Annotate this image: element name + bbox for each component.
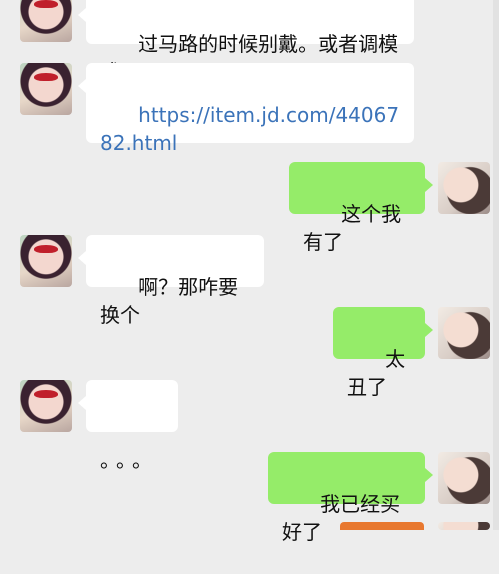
contact-avatar[interactable] xyxy=(20,380,72,432)
message-text: 啊？那咋要换个 xyxy=(100,275,239,327)
message-link[interactable]: https://item.jd.com/4406782.html xyxy=(100,103,399,155)
message-bubble[interactable]: 我已经买好了 xyxy=(268,452,433,544)
message-text: 太丑了 xyxy=(347,347,406,399)
message-text: 我已经买好了 xyxy=(282,492,401,544)
scroll-edge xyxy=(493,0,499,530)
user-avatar[interactable] xyxy=(438,522,490,530)
message-bubble[interactable]: 。。。 xyxy=(78,380,178,472)
message-bubble[interactable]: 过马路的时候别戴。或者调模式 xyxy=(78,0,414,84)
message-bubble[interactable]: 啊？那咋要换个 xyxy=(78,235,264,327)
contact-avatar[interactable] xyxy=(20,0,72,42)
partial-message-card[interactable] xyxy=(340,522,424,530)
message-text: 这个我有了 xyxy=(303,202,402,254)
user-avatar[interactable] xyxy=(438,452,490,504)
user-avatar[interactable] xyxy=(438,162,490,214)
user-avatar[interactable] xyxy=(438,307,490,359)
message-bubble[interactable]: 这个我有了 xyxy=(289,162,433,254)
contact-avatar[interactable] xyxy=(20,63,72,115)
message-text: 。。。 xyxy=(100,448,158,472)
message-bubble[interactable]: 太丑了 xyxy=(333,307,433,399)
contact-avatar[interactable] xyxy=(20,235,72,287)
message-bubble[interactable]: https://item.jd.com/4406782.html xyxy=(78,63,414,155)
